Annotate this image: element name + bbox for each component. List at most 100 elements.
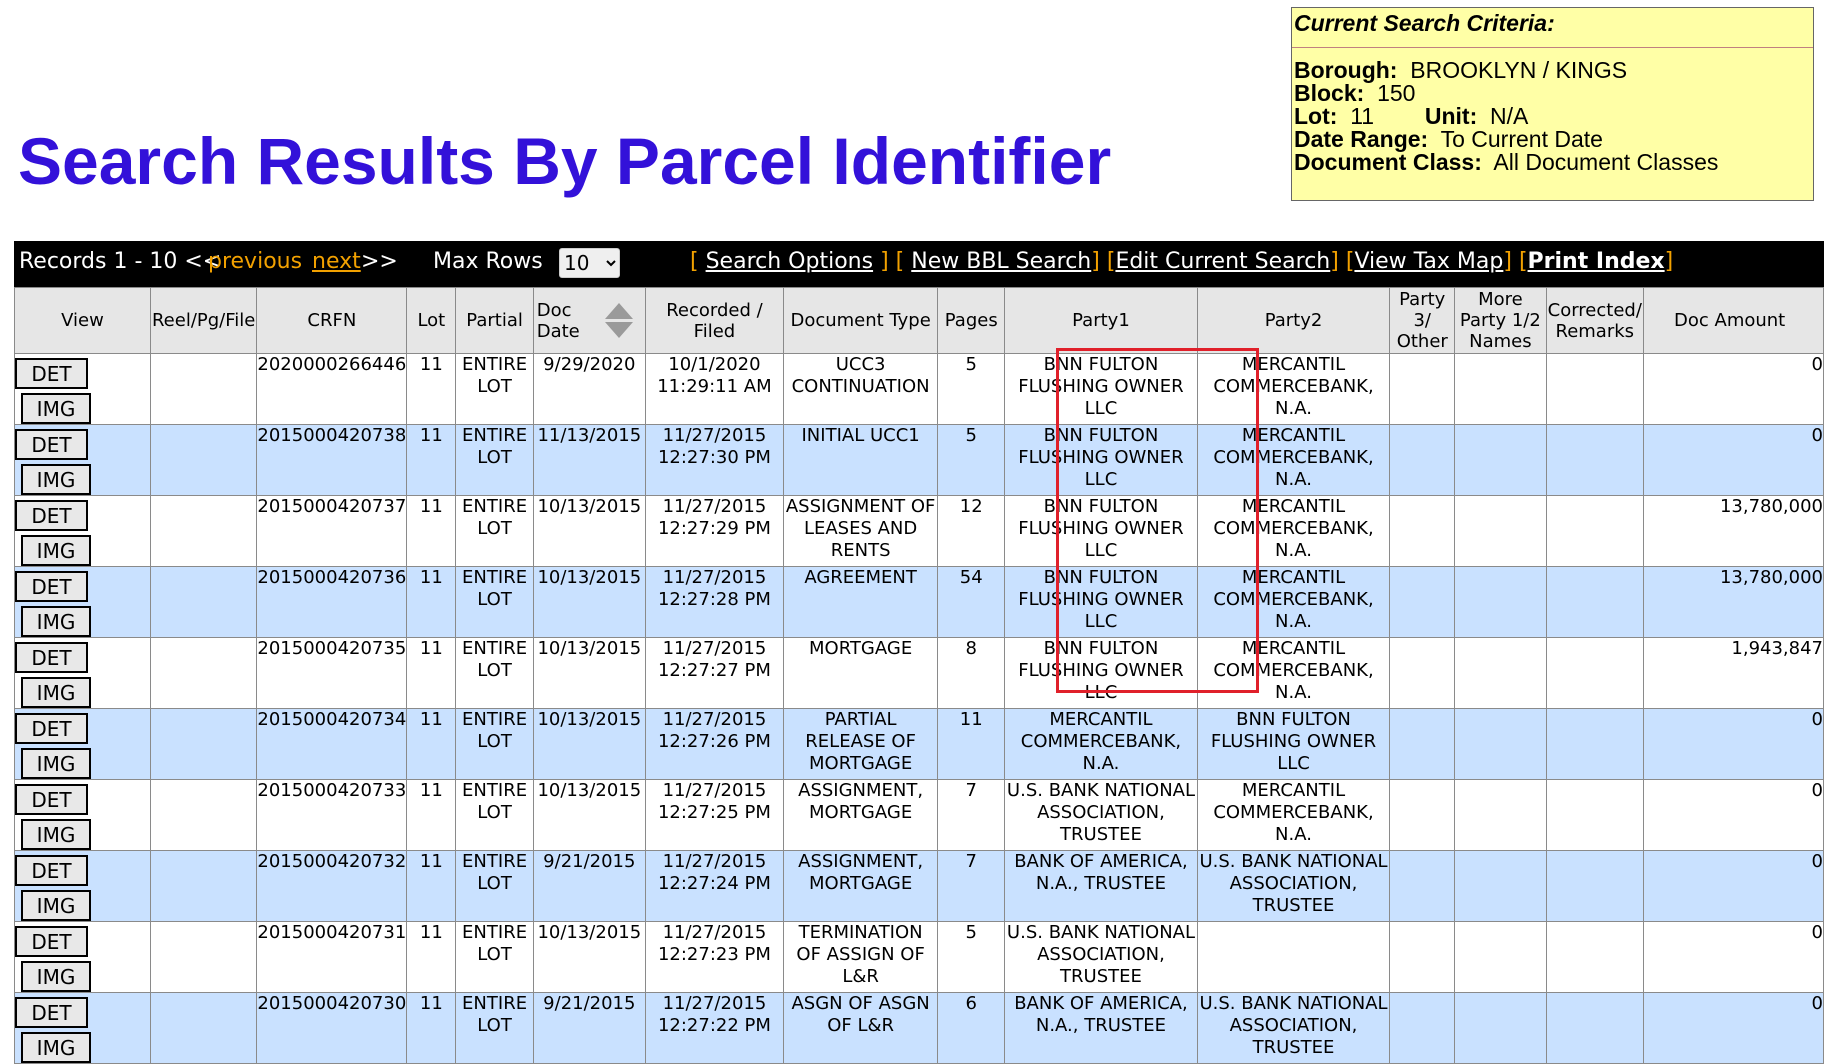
- pages-cell: 7: [937, 850, 1006, 922]
- det-button[interactable]: DET: [15, 784, 88, 815]
- crfn-cell: 2015000420737: [256, 495, 408, 567]
- det-button[interactable]: DET: [15, 997, 88, 1028]
- img-button[interactable]: IMG: [21, 393, 91, 424]
- pages-cell: 5: [937, 353, 1006, 425]
- doc-date-cell: 10/13/2015: [532, 566, 646, 638]
- partial-cell: ENTIRE LOT: [455, 779, 534, 851]
- view-tax-map-link[interactable]: View Tax Map: [1354, 249, 1503, 274]
- col-view: View: [14, 287, 151, 354]
- doc-amount-cell: 1,943,847: [1643, 637, 1824, 709]
- img-button[interactable]: IMG: [21, 535, 91, 566]
- doc-amount-cell: 0: [1643, 921, 1824, 993]
- table-row: DET IMG 2015000420737 11 ENTIRE LOT 10/13/201…: [14, 495, 1824, 567]
- doc-date-cell: 10/13/2015: [532, 779, 646, 851]
- doc-date-cell: 10/13/2015: [532, 921, 646, 993]
- pages-cell: 12: [937, 495, 1006, 567]
- more-party-cell: [1454, 850, 1547, 922]
- table-row: DET IMG 2015000420730 11 ENTIRE LOT 9/21/2015…: [14, 992, 1824, 1064]
- doc-date-cell: 10/13/2015: [532, 708, 646, 780]
- next-link[interactable]: next: [312, 249, 361, 274]
- img-button[interactable]: IMG: [21, 890, 91, 921]
- img-button[interactable]: IMG: [21, 677, 91, 708]
- search-options-link[interactable]: Search Options: [706, 249, 873, 274]
- edit-current-search-link[interactable]: Edit Current Search: [1115, 249, 1330, 274]
- det-button[interactable]: DET: [15, 855, 88, 886]
- table-row: DET IMG 2015000420731 11 ENTIRE LOT 10/13/201…: [14, 921, 1824, 993]
- corrected-cell: [1545, 637, 1645, 709]
- recorded-cell: 11/27/2015 12:27:26 PM: [644, 708, 784, 780]
- table-row: DET IMG 2015000420732 11 ENTIRE LOT 9/21/2015…: [14, 850, 1824, 922]
- doc-type-cell: ASSIGNMENT, MORTGAGE: [782, 850, 939, 922]
- col-party3: Party 3/ Other: [1389, 287, 1456, 354]
- table-row: DET IMG 2015000420733 11 ENTIRE LOT 10/13/201…: [14, 779, 1824, 851]
- img-button[interactable]: IMG: [21, 819, 91, 850]
- det-button[interactable]: DET: [15, 642, 88, 673]
- party2-cell: MERCANTIL COMMERCEBANK, N.A.: [1196, 495, 1391, 567]
- party2-cell: BNN FULTON FLUSHING OWNER LLC: [1196, 708, 1391, 780]
- party1-cell: U.S. BANK NATIONAL ASSOCIATION, TRUSTEE: [1004, 779, 1198, 851]
- party2-cell: U.S. BANK NATIONAL ASSOCIATION, TRUSTEE: [1196, 992, 1391, 1064]
- det-button[interactable]: DET: [15, 358, 88, 389]
- det-button[interactable]: DET: [15, 571, 88, 602]
- more-party-cell: [1454, 708, 1547, 780]
- corrected-cell: [1545, 566, 1645, 638]
- col-doc-date[interactable]: Doc Date: [532, 287, 646, 354]
- more-party-cell: [1454, 424, 1547, 496]
- table-row: DETIMG 2015000420734 11 ENTIRE LOT 10/13/201…: [14, 708, 1824, 780]
- col-pages: Pages: [937, 287, 1006, 354]
- img-button[interactable]: IMG: [21, 606, 91, 637]
- crfn-cell: 2015000420730: [256, 992, 408, 1064]
- pages-cell: 8: [937, 637, 1006, 709]
- img-button[interactable]: IMG: [21, 464, 91, 495]
- doc-type-cell: ASGN OF ASGN OF L&R: [782, 992, 939, 1064]
- det-button[interactable]: DET: [15, 500, 88, 531]
- party2-cell: [1196, 921, 1391, 993]
- col-party1: Party1: [1004, 287, 1198, 354]
- view-cell: DET IMG: [14, 708, 151, 780]
- col-recorded: Recorded / Filed: [644, 287, 784, 354]
- party3-cell: [1389, 921, 1456, 993]
- party3-cell: [1389, 424, 1456, 496]
- max-rows-select[interactable]: 10: [559, 248, 620, 278]
- max-rows-label: Max Rows: [433, 249, 543, 274]
- col-reel: Reel/Pg/File: [149, 287, 258, 354]
- doc-amount-cell: 0: [1643, 353, 1824, 425]
- corrected-cell: [1545, 353, 1645, 425]
- doc-type-cell: ASSIGNMENT, MORTGAGE: [782, 779, 939, 851]
- doc-amount-cell: 0: [1643, 992, 1824, 1064]
- img-button[interactable]: IMG: [21, 748, 91, 779]
- party3-cell: [1389, 566, 1456, 638]
- previous-link[interactable]: previous: [208, 249, 302, 274]
- reel-cell: [149, 637, 258, 709]
- sort-arrows-icon[interactable]: [604, 301, 633, 341]
- img-button[interactable]: IMG: [21, 961, 91, 992]
- lot-cell: 11: [406, 495, 457, 567]
- party2-cell: MERCANTIL COMMERCEBANK, N.A.: [1196, 424, 1391, 496]
- corrected-cell: [1545, 992, 1645, 1064]
- view-cell: DET IMG: [14, 566, 151, 638]
- print-index-link[interactable]: Print Index: [1528, 249, 1665, 274]
- corrected-cell: [1545, 921, 1645, 993]
- reel-cell: [149, 424, 258, 496]
- doc-type-cell: TERMINATION OF ASSIGN OF L&R: [782, 921, 939, 993]
- reel-cell: [149, 353, 258, 425]
- doc-type-cell: UCC3 CONTINUATION: [782, 353, 939, 425]
- reel-cell: [149, 779, 258, 851]
- next-arrows: >>: [361, 249, 398, 274]
- doc-type-cell: MORTGAGE: [782, 637, 939, 709]
- table-row: DET IMG 2015000420736 11 ENTIRE LOT 10/13/201…: [14, 566, 1824, 638]
- borough-value: BROOKLYN / KINGS: [1410, 57, 1628, 83]
- criteria-doc-class: Document Class: All Document Classes: [1294, 149, 1718, 176]
- det-button[interactable]: DET: [15, 429, 88, 460]
- lot-cell: 11: [406, 992, 457, 1064]
- col-partial: Partial: [455, 287, 534, 354]
- pages-cell: 7: [937, 779, 1006, 851]
- more-party-cell: [1454, 495, 1547, 567]
- det-button[interactable]: DET: [15, 926, 88, 957]
- det-button[interactable]: DET: [15, 713, 88, 744]
- partial-cell: ENTIRE LOT: [455, 708, 534, 780]
- new-bbl-search-link[interactable]: New BBL Search: [911, 249, 1091, 274]
- doc-class-label: Document Class:: [1294, 149, 1482, 175]
- img-button[interactable]: IMG: [21, 1032, 91, 1063]
- lot-cell: 11: [406, 637, 457, 709]
